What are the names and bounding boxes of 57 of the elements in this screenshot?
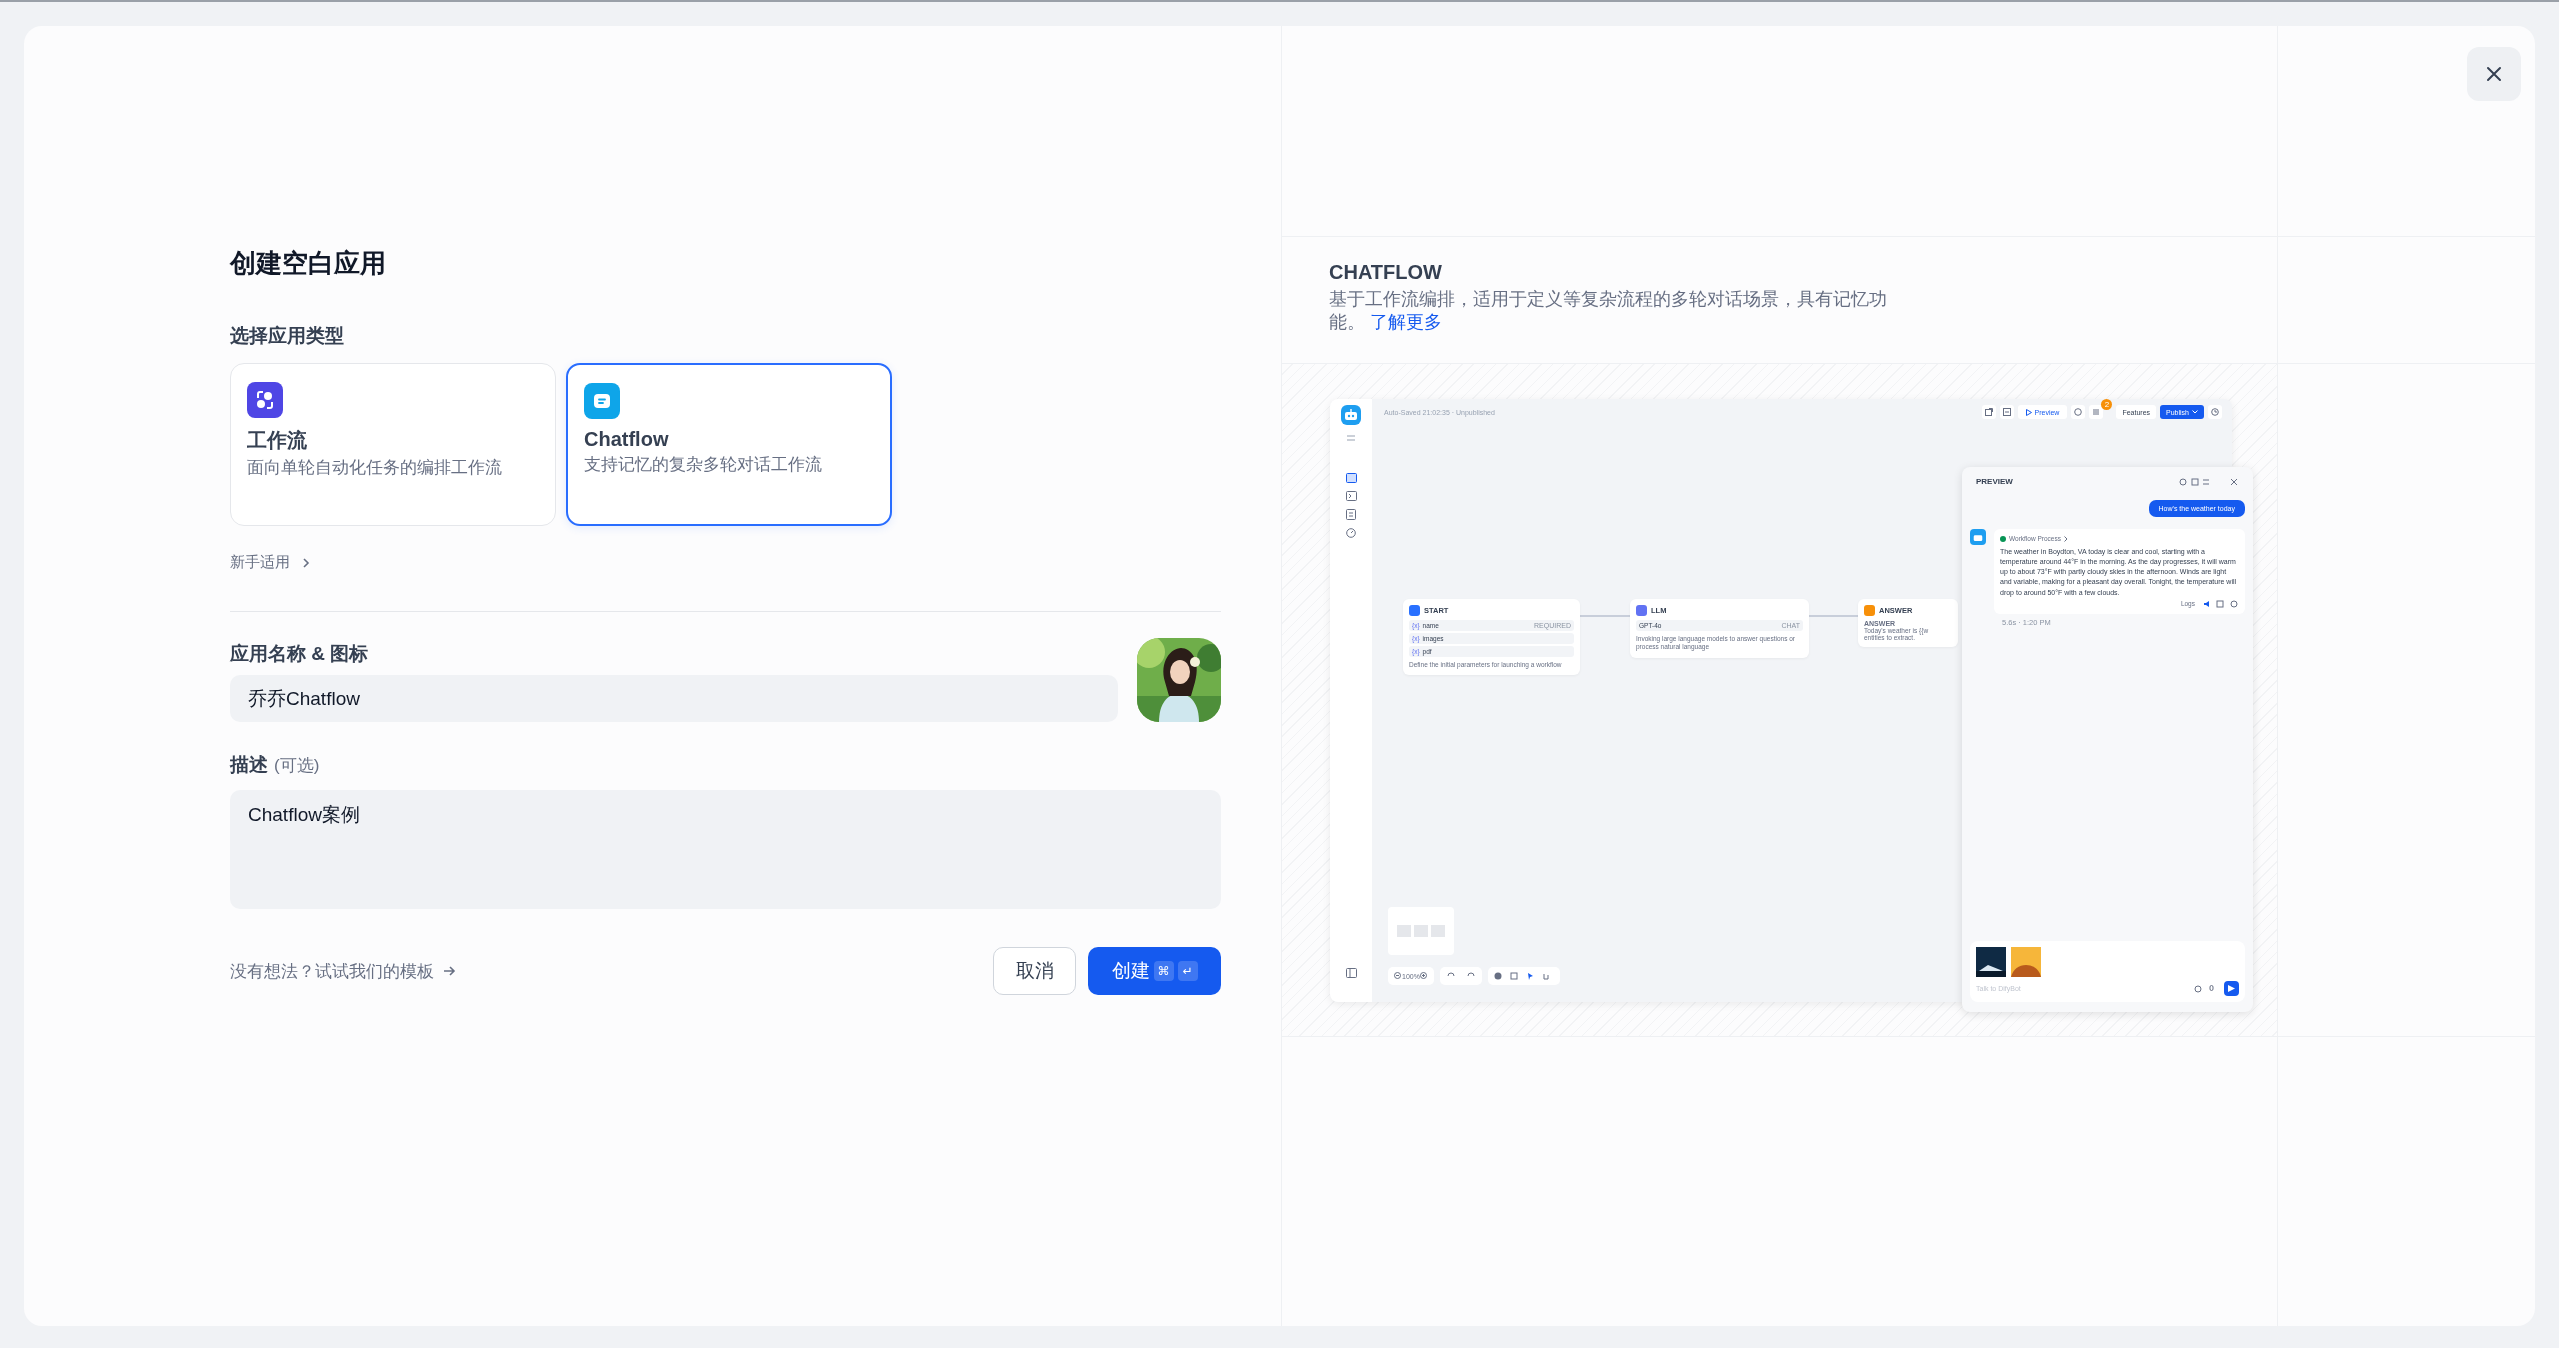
zoom-out-icon[interactable] [1394, 972, 1402, 980]
count-badge: 2 [2101, 399, 2113, 410]
message-actions-icon[interactable] [2203, 599, 2239, 608]
chat-bubble-icon [584, 383, 620, 419]
node-icon [1409, 605, 1420, 616]
node-icon [1864, 605, 1875, 616]
export-icon[interactable] [1981, 405, 1996, 419]
app-type-name: 工作流 [247, 428, 308, 453]
section-label: 选择应用类型 [230, 324, 345, 348]
window-icon [1345, 473, 1357, 483]
connector-line [1579, 615, 1631, 617]
robot-icon [1341, 405, 1361, 425]
dialog-title: 创建空白应用 [230, 247, 387, 280]
panel-actions-icon[interactable] [2179, 477, 2239, 486]
circle-icon[interactable] [2071, 405, 2086, 419]
history-icon[interactable] [2208, 405, 2222, 419]
app-type-description: 面向单轮自动化任务的编排工作流 [247, 457, 503, 479]
type-title: CHATFLOW [1329, 261, 1443, 284]
send-button[interactable] [2224, 981, 2239, 996]
shortcut-key: ↵ [1177, 961, 1198, 981]
app-type-card[interactable]: 工作流 面向单轮自动化任务的编排工作流 [230, 363, 556, 526]
shortcut-key: ⌘ [1153, 961, 1174, 981]
field-label: 描述 [230, 753, 268, 777]
chevron-right-icon [2063, 535, 2068, 542]
close-icon [2485, 65, 2503, 83]
terminal-icon [1345, 491, 1357, 501]
create-button[interactable]: 创建 ⌘ ↵ [1088, 947, 1221, 995]
app-type-name: Chatflow [584, 428, 670, 451]
field-label: 应用名称 & 图标 [230, 642, 370, 666]
template-link[interactable]: 没有想法？试试我们的模板 [230, 959, 456, 983]
type-description: 基于工作流编排，适用于定义等复杂流程的多轮对话场景，具有记忆功能。 了解更多 [1329, 288, 1888, 334]
play-icon [2025, 408, 2032, 416]
beginner-link[interactable]: 新手适用 [230, 553, 312, 572]
chevron-right-icon [300, 556, 312, 569]
optional-hint: (可选) [274, 755, 320, 777]
chevron-down-icon [2192, 410, 2198, 414]
connector-line [1808, 615, 1859, 617]
close-button[interactable] [2467, 47, 2521, 101]
success-dot [2000, 535, 2006, 542]
sidebar-toggle-icon [1345, 968, 1357, 978]
robot-icon [1970, 529, 1986, 545]
app-type-description: 支持记忆的复杂多轮对话工作流 [584, 454, 823, 476]
cancel-button[interactable]: 取消 [993, 947, 1076, 995]
nodes-icon [247, 382, 283, 418]
sliders-icon [1346, 433, 1356, 443]
learn-more-link[interactable]: 了解更多 [1369, 311, 1442, 332]
square-icon[interactable] [1999, 405, 2014, 419]
arrow-right-icon [442, 964, 456, 978]
name-input[interactable]: 乔乔Chatflow [230, 675, 1118, 722]
panel-title: PREVIEW [1976, 477, 2013, 486]
zoom-in-icon[interactable] [1419, 972, 1428, 980]
description-input[interactable]: Chatflow案例 [230, 790, 1221, 909]
app-type-card[interactable]: Chatflow 支持记忆的复杂多轮对话工作流 [566, 363, 892, 526]
node-icon [1636, 605, 1647, 616]
document-icon [1346, 509, 1356, 520]
attach-mic-icon[interactable] [2194, 984, 2216, 993]
gauge-icon [1346, 528, 1356, 538]
